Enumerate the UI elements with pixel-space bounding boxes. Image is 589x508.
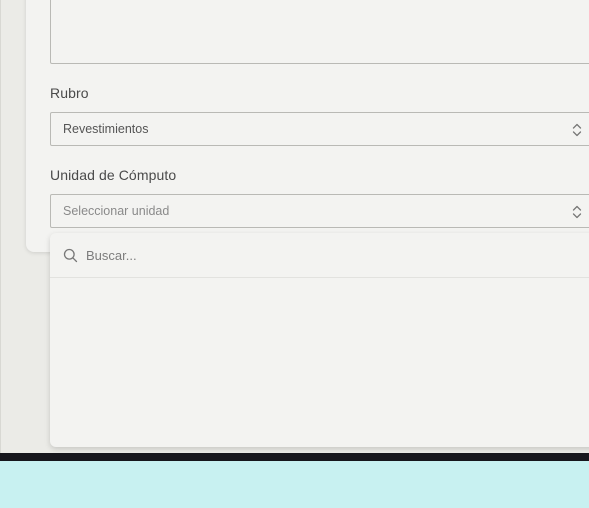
- background-area: [0, 461, 589, 508]
- unidad-select-placeholder: Seleccionar unidad: [63, 204, 170, 218]
- unidad-dropdown: [50, 233, 589, 447]
- window-bottom-edge: [0, 453, 589, 461]
- chevron-up-down-icon: [572, 205, 582, 219]
- description-textarea[interactable]: [50, 0, 589, 64]
- chevron-up-down-icon: [572, 123, 582, 137]
- rubro-label: Rubro: [50, 85, 89, 101]
- dropdown-search-row: [50, 233, 589, 278]
- rubro-select-value: Revestimientos: [63, 122, 149, 136]
- dropdown-search-input[interactable]: [86, 247, 486, 263]
- unidad-label: Unidad de Cómputo: [50, 167, 177, 183]
- search-icon: [63, 248, 78, 262]
- rubro-select[interactable]: Revestimientos: [50, 112, 589, 146]
- unidad-select[interactable]: Seleccionar unidad: [50, 194, 589, 228]
